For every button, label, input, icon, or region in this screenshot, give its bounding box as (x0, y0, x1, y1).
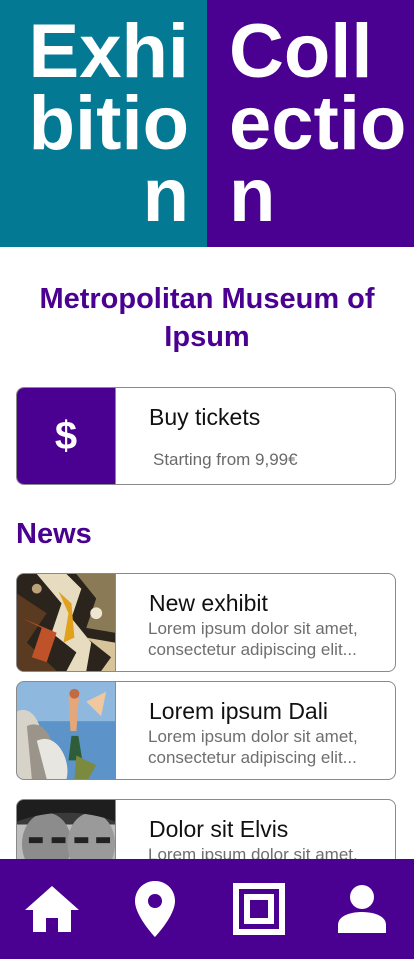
location-pin-icon (135, 881, 176, 937)
bottom-navigation (0, 859, 414, 959)
news-item-line2: consectetur adipiscing elit... (148, 748, 357, 767)
hero-banner: Exhibition Collection (0, 0, 414, 247)
exhibition-tile[interactable]: Exhibition (0, 0, 207, 247)
news-item-title: Lorem ipsum Dali (149, 698, 328, 724)
nav-collection-button[interactable] (224, 874, 294, 944)
ticket-icon-box: $ (17, 388, 116, 484)
nav-map-button[interactable] (120, 874, 190, 944)
news-thumbnail-abstract (17, 574, 116, 671)
gallery-frame-icon (232, 883, 285, 935)
news-item-line2: consectetur adipiscing elit... (148, 640, 357, 659)
news-heading: News (16, 518, 92, 550)
ticket-price-subtitle: Starting from 9,99€ (153, 450, 298, 469)
news-item[interactable]: New exhibit Lorem ipsum dolor sit amet, … (16, 573, 396, 672)
news-item-title: Dolor sit Elvis (149, 816, 289, 842)
nav-home-button[interactable] (17, 874, 87, 944)
news-item-line1: Lorem ipsum dolor sit amet, (148, 727, 358, 746)
buy-tickets-title: Buy tickets (149, 404, 261, 430)
buy-tickets-card[interactable]: $ Buy tickets Starting from 9,99€ (16, 387, 396, 485)
news-item-excerpt: Lorem ipsum dolor sit amet, consectetur … (148, 726, 384, 768)
news-item-excerpt: Lorem ipsum dolor sit amet, consectetur … (148, 618, 384, 660)
home-icon (24, 886, 79, 932)
news-item[interactable]: Lorem ipsum Dali Lorem ipsum dolor sit a… (16, 681, 396, 780)
collection-tile[interactable]: Collection (207, 0, 414, 247)
dollar-icon: $ (54, 413, 78, 458)
museum-title: Metropolitan Museum of Ipsum (39, 283, 375, 353)
news-thumbnail-surreal (17, 682, 116, 779)
profile-icon (338, 885, 387, 933)
news-item-line1: Lorem ipsum dolor sit amet, (148, 619, 358, 638)
nav-profile-button[interactable] (327, 874, 397, 944)
news-item-title: New exhibit (149, 590, 268, 616)
